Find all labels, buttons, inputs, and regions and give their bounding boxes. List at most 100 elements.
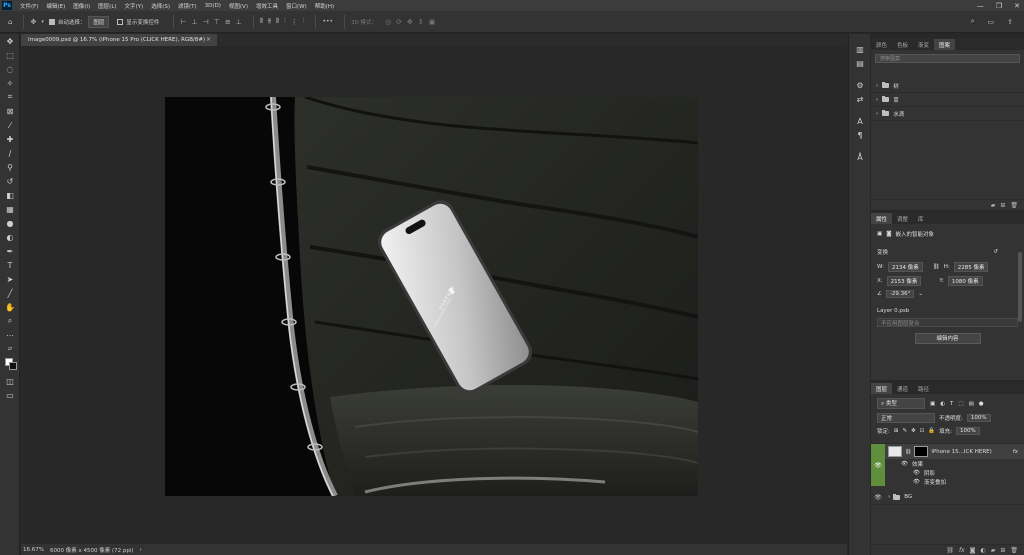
brush-panel-icon[interactable]: ▤: [849, 56, 871, 70]
screen-mode-icon[interactable]: ▭: [0, 388, 20, 402]
brush-tool-icon[interactable]: ∕: [0, 146, 20, 160]
character-panel-icon[interactable]: A: [849, 114, 871, 128]
add-style-icon[interactable]: fx: [959, 547, 965, 554]
move-tool-icon[interactable]: ✥: [0, 34, 20, 48]
history-panel-icon[interactable]: ▥: [849, 42, 871, 56]
path-selection-tool-icon[interactable]: ➤: [0, 272, 20, 286]
effects-eye-icon[interactable]: 👁: [901, 461, 908, 467]
zoom-level[interactable]: 16.67%: [23, 547, 44, 553]
new-adjustment-icon[interactable]: ◐: [980, 547, 985, 554]
document-canvas[interactable]: MANENTO MODERN DESIGN STUDIO: [165, 97, 698, 496]
expand-chevron-icon[interactable]: ›: [888, 494, 890, 500]
zoom-tool-icon[interactable]: ⌕: [0, 314, 20, 328]
filter-type-icon[interactable]: T: [950, 401, 953, 407]
edit-contents-button[interactable]: 编辑内容: [914, 333, 981, 344]
link-icon[interactable]: ⛓: [933, 264, 940, 270]
minimize-button[interactable]: —: [977, 2, 984, 10]
show-transform-checkbox[interactable]: [117, 18, 124, 25]
layer-row-iphone[interactable]: 👁 ⛓ iPhone 15...ICK HERE) fx 👁 效果 👁 阴影 👁…: [871, 444, 1024, 486]
expand-chevron-icon[interactable]: ›: [876, 111, 878, 117]
menu-layer[interactable]: 图层(L): [94, 2, 120, 10]
search-icon[interactable]: ⌕: [971, 17, 975, 26]
distribute-right-icon[interactable]: ⫴: [276, 17, 279, 26]
menu-file[interactable]: 文件(F): [16, 2, 42, 10]
menu-window[interactable]: 窗口(W): [282, 2, 311, 10]
angle-input[interactable]: -29.36°: [885, 290, 915, 298]
reset-transform-icon[interactable]: ↺: [993, 249, 998, 255]
pattern-group-grass[interactable]: › 草: [871, 93, 1024, 107]
lock-image-icon[interactable]: ✎: [902, 428, 907, 434]
3d-roll-icon[interactable]: ⟳: [396, 18, 402, 26]
menu-view[interactable]: 视图(V): [225, 2, 252, 10]
link-layers-icon[interactable]: ⛓: [946, 547, 954, 554]
document-tab[interactable]: Image0009.psd @ 16.7% (iPhone 15 Pro (CL…: [21, 34, 217, 46]
tab-gradients[interactable]: 渐变: [913, 39, 934, 50]
fill-input[interactable]: 100%: [956, 427, 980, 435]
pattern-search-input[interactable]: 搜索图案: [875, 54, 1020, 63]
close-window-button[interactable]: ✕: [1014, 2, 1020, 10]
paragraph-panel-icon[interactable]: ¶: [849, 128, 871, 142]
new-group-icon[interactable]: ▰: [991, 202, 996, 209]
layer-comps-icon[interactable]: ⇄: [849, 92, 871, 106]
gradient-overlay-row[interactable]: 👁 渐变叠加: [885, 477, 1024, 486]
width-input[interactable]: 2134 像素: [887, 262, 923, 272]
auto-select-dropdown[interactable]: 图层: [88, 15, 110, 28]
y-input[interactable]: 1080 像素: [947, 276, 983, 286]
x-input[interactable]: 2153 像素: [886, 276, 922, 286]
crop-tool-icon[interactable]: ⌗: [0, 90, 20, 104]
new-pattern-icon[interactable]: ⊞: [1000, 202, 1005, 209]
distribute-top-icon[interactable]: ⫶: [284, 17, 286, 26]
menu-type[interactable]: 文字(Y): [121, 2, 148, 10]
lock-transparent-icon[interactable]: ⊞: [894, 428, 899, 434]
blur-tool-icon[interactable]: ●: [0, 216, 20, 230]
layer-iphone[interactable]: ⛓ iPhone 15...ICK HERE) fx: [885, 444, 1024, 459]
angle-chevron-icon[interactable]: ⌄: [918, 291, 923, 297]
align-bottom-icon[interactable]: ⊥: [236, 18, 242, 26]
layer-filter-dropdown[interactable]: ⌕ 类型: [877, 398, 925, 409]
effects-row[interactable]: 👁 效果: [885, 459, 1024, 468]
menu-help[interactable]: 帮助(H): [311, 2, 338, 10]
layer-row-bg[interactable]: 👁 › BG: [871, 490, 1024, 505]
restore-button[interactable]: ❐: [996, 2, 1002, 10]
edit-toolbar-icon[interactable]: ⋯: [0, 328, 20, 342]
tab-adjustments[interactable]: 调整: [892, 213, 913, 224]
lasso-tool-icon[interactable]: ◌: [0, 62, 20, 76]
menu-3d[interactable]: 3D(D): [201, 3, 225, 9]
visibility-eye-icon[interactable]: 👁: [871, 494, 885, 501]
pen-tool-icon[interactable]: ✒: [0, 244, 20, 258]
move-tool-icon[interactable]: ✥: [30, 18, 36, 26]
fx-badge[interactable]: fx: [1013, 449, 1018, 455]
blend-mode-dropdown[interactable]: 正常: [877, 413, 935, 423]
filter-pixel-icon[interactable]: ▣: [930, 401, 935, 407]
filter-shape-icon[interactable]: ⬚: [958, 401, 963, 407]
line-tool-icon[interactable]: ╱: [0, 286, 20, 300]
layer-comp-select[interactable]: 不应用图层复合: [877, 318, 1018, 327]
delete-icon[interactable]: 🗑: [1010, 202, 1018, 209]
dodge-tool-icon[interactable]: ◐: [0, 230, 20, 244]
magic-wand-tool-icon[interactable]: ✧: [0, 76, 20, 90]
close-tab-icon[interactable]: ×: [206, 36, 211, 43]
tool-preset-chevron-icon[interactable]: ▾: [41, 19, 44, 25]
frame-tool-icon[interactable]: ⊠: [0, 104, 20, 118]
mask-icon[interactable]: ◙: [886, 231, 891, 237]
marquee-tool-icon[interactable]: ⬚: [0, 48, 20, 62]
drop-shadow-row[interactable]: 👁 阴影: [885, 468, 1024, 477]
lock-position-icon[interactable]: ✥: [911, 428, 916, 434]
distribute-left-icon[interactable]: ⫴: [260, 17, 263, 26]
tab-color[interactable]: 颜色: [871, 39, 892, 50]
tab-layers[interactable]: 图层: [871, 383, 893, 394]
filter-smart-object-icon[interactable]: ▤: [969, 401, 974, 407]
hand-tool-icon[interactable]: ✋: [0, 300, 20, 314]
3d-camera-icon[interactable]: ▣: [429, 18, 436, 26]
menu-select[interactable]: 选择(S): [147, 2, 174, 10]
align-middle-icon[interactable]: ≡: [225, 18, 231, 26]
history-brush-tool-icon[interactable]: ↺: [0, 174, 20, 188]
align-right-icon[interactable]: ⊣: [203, 18, 209, 26]
menu-image[interactable]: 图像(I): [69, 2, 94, 10]
menu-edit[interactable]: 编辑(E): [42, 2, 69, 10]
share-icon[interactable]: ⇪: [1007, 18, 1013, 26]
align-left-icon[interactable]: ⊢: [180, 18, 186, 26]
eraser-tool-icon[interactable]: ◧: [0, 188, 20, 202]
color-swatches-icon[interactable]: [0, 356, 20, 374]
status-menu-arrow[interactable]: ›: [140, 547, 142, 553]
